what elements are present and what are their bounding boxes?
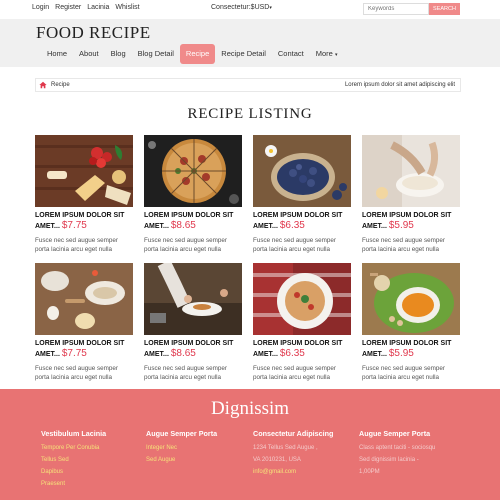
nav-about[interactable]: About xyxy=(73,44,105,64)
footer-link[interactable]: Tellus Sed xyxy=(41,454,146,466)
currency-label: Consectetur:$USD xyxy=(211,4,270,11)
login-link[interactable]: Login xyxy=(32,4,49,11)
footer-column: Consectetur Adipiscing 1234 Tellus Sed A… xyxy=(253,429,358,478)
recipe-image-pizza[interactable] xyxy=(144,135,242,207)
recipe-title[interactable]: LOREM IPSUM DOLOR SIT AMET... $6.35 xyxy=(253,339,351,360)
recipe-price: $8.65 xyxy=(170,220,196,231)
nav-recipe-detail[interactable]: Recipe Detail xyxy=(215,44,272,64)
footer-column-heading: Consectetur Adipiscing xyxy=(253,429,334,438)
home-icon[interactable] xyxy=(39,81,47,89)
recipe-description: Fusce nec sed augue semper porta lacinia… xyxy=(35,237,118,253)
recipe-image-flour-eggs[interactable] xyxy=(35,263,133,335)
footer-link[interactable]: Integer Nec xyxy=(146,442,251,454)
recipe-price: $6.35 xyxy=(279,220,305,231)
site-header: FOOD RECIPE Home About Blog Blog Detail … xyxy=(0,19,500,67)
wishlist-link[interactable]: Whislist xyxy=(115,4,139,11)
footer-column: Vestibulum Lacinia Tempore Per Conubia T… xyxy=(41,429,146,490)
caret-down-icon: ▾ xyxy=(334,52,338,58)
recipe-price: $7.75 xyxy=(61,348,87,359)
lacinia-link[interactable]: Lacinia xyxy=(87,4,109,11)
page-title: RECIPE LISTING xyxy=(187,106,313,122)
recipe-card[interactable]: LOREM IPSUM DOLOR SIT AMET... $6.35 Fusc… xyxy=(253,135,351,254)
nav-contact[interactable]: Contact xyxy=(272,44,310,64)
footer-email-link[interactable]: info@gmail.com xyxy=(253,466,358,478)
breadcrumb-note: Lorem ipsum dolor sit amet adipiscing el… xyxy=(344,82,455,88)
footer-column-heading: Augue Semper Porta xyxy=(146,429,218,438)
recipe-price: $5.95 xyxy=(388,348,414,359)
footer-link[interactable]: Dapibus xyxy=(41,466,146,478)
search-button[interactable]: SEARCH xyxy=(429,3,460,15)
recipe-description: Fusce nec sed augue semper porta lacinia… xyxy=(253,237,336,253)
recipe-card[interactable]: LOREM IPSUM DOLOR SIT AMET... $8.65 Fusc… xyxy=(144,263,242,382)
recipe-description: Fusce nec sed augue semper porta lacinia… xyxy=(35,365,118,381)
nav-blog-detail[interactable]: Blog Detail xyxy=(132,44,180,64)
search-input[interactable] xyxy=(363,3,429,15)
recipe-title[interactable]: LOREM IPSUM DOLOR SIT AMET... $6.35 xyxy=(253,211,351,232)
breadcrumb: Recipe Lorem ipsum dolor sit amet adipis… xyxy=(35,78,461,92)
chevron-down-icon: ▾ xyxy=(269,5,272,11)
recipe-description: Fusce nec sed augue semper porta lacinia… xyxy=(362,237,445,253)
site-footer: Dignissim Vestibulum Lacinia Tempore Per… xyxy=(0,389,500,500)
currency-dropdown[interactable]: Consectetur:$USD▾ xyxy=(211,4,272,11)
recipe-description: Fusce nec sed augue semper porta lacinia… xyxy=(362,365,445,381)
recipe-description: Fusce nec sed augue semper porta lacinia… xyxy=(144,237,227,253)
site-logo[interactable]: FOOD RECIPE xyxy=(36,23,151,43)
footer-link[interactable]: Tempore Per Conubia xyxy=(41,442,146,454)
recipe-card[interactable]: LOREM IPSUM DOLOR SIT AMET... $5.95 Fusc… xyxy=(362,263,460,382)
top-bar: Login Register Lacinia Whislist Consecte… xyxy=(0,0,500,19)
footer-title: Dignissim xyxy=(210,398,290,419)
nav-home[interactable]: Home xyxy=(41,44,73,64)
recipe-description: Fusce nec sed augue semper porta lacinia… xyxy=(253,365,336,381)
recipe-card[interactable]: LOREM IPSUM DOLOR SIT AMET... $5.95 Fusc… xyxy=(362,135,460,254)
recipe-title[interactable]: LOREM IPSUM DOLOR SIT AMET... $7.75 xyxy=(35,339,133,360)
recipe-image-pasta-ingredients[interactable] xyxy=(35,135,133,207)
main-nav: Home About Blog Blog Detail Recipe Recip… xyxy=(41,44,343,64)
footer-address: VA 2010231, USA xyxy=(253,457,301,463)
footer-column: Augue Semper Porta Class aptent taciti -… xyxy=(359,429,464,478)
footer-text: Sed dignissim lacinia - xyxy=(359,457,419,463)
recipe-title[interactable]: LOREM IPSUM DOLOR SIT AMET... $5.95 xyxy=(362,339,460,360)
recipe-image-chef-plating[interactable] xyxy=(144,263,242,335)
recipe-card[interactable]: LOREM IPSUM DOLOR SIT AMET... $7.75 Fusc… xyxy=(35,263,133,382)
recipe-image-baking-bowl[interactable] xyxy=(362,135,460,207)
nav-more[interactable]: More ▾ xyxy=(310,44,344,64)
recipe-price: $6.35 xyxy=(279,348,305,359)
register-link[interactable]: Register xyxy=(55,4,81,11)
recipe-title[interactable]: LOREM IPSUM DOLOR SIT AMET... $5.95 xyxy=(362,211,460,232)
nav-more-label: More xyxy=(315,49,333,58)
recipe-price: $5.95 xyxy=(388,220,414,231)
recipe-price: $7.75 xyxy=(61,220,87,231)
footer-address: 1234 Tellus Sed Augue , xyxy=(253,445,318,451)
footer-text: Class aptent taciti - sociosqu xyxy=(359,445,436,451)
account-links: Login Register Lacinia Whislist xyxy=(32,4,140,11)
recipe-title[interactable]: LOREM IPSUM DOLOR SIT AMET... $8.65 xyxy=(144,339,242,360)
recipe-image-blueberries[interactable] xyxy=(253,135,351,207)
footer-link[interactable]: Sed Augue xyxy=(146,454,251,466)
breadcrumb-current: Recipe xyxy=(51,82,70,88)
recipe-title[interactable]: LOREM IPSUM DOLOR SIT AMET... $7.75 xyxy=(35,211,133,232)
footer-text: 1,00PM xyxy=(359,469,380,475)
recipe-card[interactable]: LOREM IPSUM DOLOR SIT AMET... $8.65 Fusc… xyxy=(144,135,242,254)
recipe-title[interactable]: LOREM IPSUM DOLOR SIT AMET... $8.65 xyxy=(144,211,242,232)
recipe-price: $8.65 xyxy=(170,348,196,359)
recipe-image-soup-bowl[interactable] xyxy=(362,263,460,335)
footer-column-heading: Vestibulum Lacinia xyxy=(41,429,107,438)
recipe-description: Fusce nec sed augue semper porta lacinia… xyxy=(144,365,227,381)
nav-recipe[interactable]: Recipe xyxy=(179,44,216,64)
nav-blog[interactable]: Blog xyxy=(105,44,132,64)
recipe-card[interactable]: LOREM IPSUM DOLOR SIT AMET... $6.35 Fusc… xyxy=(253,263,351,382)
recipe-card[interactable]: LOREM IPSUM DOLOR SIT AMET... $7.75 Fusc… xyxy=(35,135,133,254)
footer-column-heading: Augue Semper Porta xyxy=(359,429,431,438)
recipe-image-pasta-plate[interactable] xyxy=(253,263,351,335)
footer-link[interactable]: Praesent xyxy=(41,478,146,490)
footer-column: Augue Semper Porta Integer Nec Sed Augue xyxy=(146,429,251,466)
